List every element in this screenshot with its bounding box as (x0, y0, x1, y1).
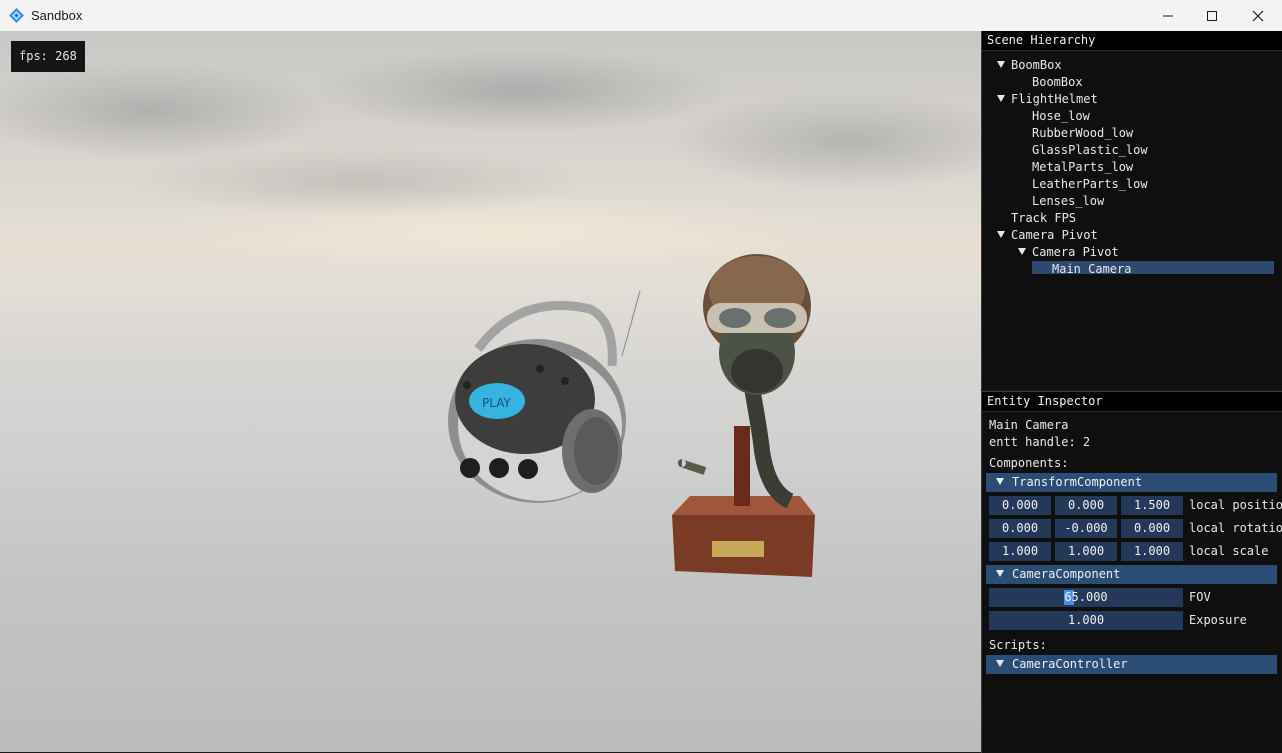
scene-hierarchy-title: Scene Hierarchy (982, 31, 1282, 51)
tree-item-camera-pivot[interactable]: Camera Pivot (997, 227, 1098, 243)
local-rotation-label: local rotation (1189, 521, 1282, 535)
collapse-arrow-icon (996, 570, 1004, 577)
position-x-field[interactable]: 0.000 (989, 496, 1051, 515)
camera-controller-header[interactable]: CameraController (986, 655, 1277, 674)
expand-arrow-icon[interactable] (997, 231, 1005, 238)
title-bar[interactable]: Sandbox (0, 0, 1282, 32)
minimize-icon (1163, 15, 1173, 16)
transform-component-header[interactable]: TransformComponent (986, 473, 1277, 492)
expand-arrow-icon[interactable] (997, 95, 1005, 102)
rotation-x-field[interactable]: 0.000 (989, 519, 1051, 538)
scripts-label: Scripts: (989, 638, 1047, 652)
tree-item-lenses-low[interactable]: Lenses_low (1032, 193, 1104, 209)
fov-label: FOV (1189, 590, 1211, 604)
flight-helmet-model (672, 254, 815, 577)
local-position-label: local position (1189, 498, 1282, 512)
tree-item-flighthelmet[interactable]: FlightHelmet (997, 91, 1098, 107)
local-scale-label: local scale (1189, 544, 1269, 558)
tree-item-leatherparts-low[interactable]: LeatherParts_low (1032, 176, 1148, 192)
maximize-icon (1207, 10, 1217, 21)
position-y-field[interactable]: 0.000 (1055, 496, 1117, 515)
exposure-field[interactable]: 1.000 (989, 611, 1183, 630)
tree-item-camera-pivot-child[interactable]: Camera Pivot (1018, 244, 1119, 260)
scale-x-field[interactable]: 1.000 (989, 542, 1051, 561)
rotation-z-field[interactable]: 0.000 (1121, 519, 1183, 538)
boombox-play-label: PLAY (482, 396, 511, 410)
minimize-button[interactable] (1145, 0, 1191, 31)
tree-item-main-camera[interactable]: Main Camera (1052, 261, 1131, 277)
boombox-model: PLAY (448, 290, 642, 503)
scale-y-field[interactable]: 1.000 (1055, 542, 1117, 561)
close-icon (1252, 10, 1264, 21)
scene-render: PLAY (448, 254, 815, 577)
tree-item-boombox[interactable]: BoomBox (997, 57, 1062, 73)
window-title: Sandbox (31, 8, 83, 23)
tree-item-metalparts-low[interactable]: MetalParts_low (1032, 159, 1133, 175)
app-logo-icon (9, 8, 24, 23)
scene-viewport[interactable]: PLAY fps: 268 (0, 31, 981, 752)
fov-value: 65.000 (1064, 590, 1108, 604)
maximize-button[interactable] (1189, 0, 1235, 31)
fov-slider[interactable]: 65.000 (989, 588, 1183, 607)
tree-item-glassplastic-low[interactable]: GlassPlastic_low (1032, 142, 1148, 158)
tree-item-rubberwood-low[interactable]: RubberWood_low (1032, 125, 1133, 141)
tree-item-track-fps[interactable]: Track FPS (1011, 210, 1076, 226)
entity-inspector-panel: Entity Inspector Main Camera entt handle… (981, 391, 1282, 753)
position-z-field[interactable]: 1.500 (1121, 496, 1183, 515)
collapse-arrow-icon (996, 660, 1004, 667)
collapse-arrow-icon (996, 478, 1004, 485)
camera-component-header[interactable]: CameraComponent (986, 565, 1277, 584)
entt-handle: entt handle: 2 (989, 435, 1091, 449)
tree-item-hose-low[interactable]: Hose_low (1032, 108, 1090, 124)
fps-overlay: fps: 268 (11, 41, 85, 72)
exposure-label: Exposure (1189, 613, 1247, 627)
close-button[interactable] (1235, 0, 1281, 31)
tree-item-boombox-mesh[interactable]: BoomBox (1032, 74, 1083, 90)
scene-hierarchy-panel: Scene Hierarchy BoomBox BoomBox FlightHe… (981, 31, 1282, 390)
expand-arrow-icon[interactable] (1018, 248, 1026, 255)
expand-arrow-icon[interactable] (997, 61, 1005, 68)
entity-name: Main Camera (989, 418, 1069, 432)
entity-inspector-title: Entity Inspector (982, 392, 1282, 412)
components-label: Components: (989, 456, 1069, 470)
rotation-y-field[interactable]: -0.000 (1055, 519, 1117, 538)
scale-z-field[interactable]: 1.000 (1121, 542, 1183, 561)
